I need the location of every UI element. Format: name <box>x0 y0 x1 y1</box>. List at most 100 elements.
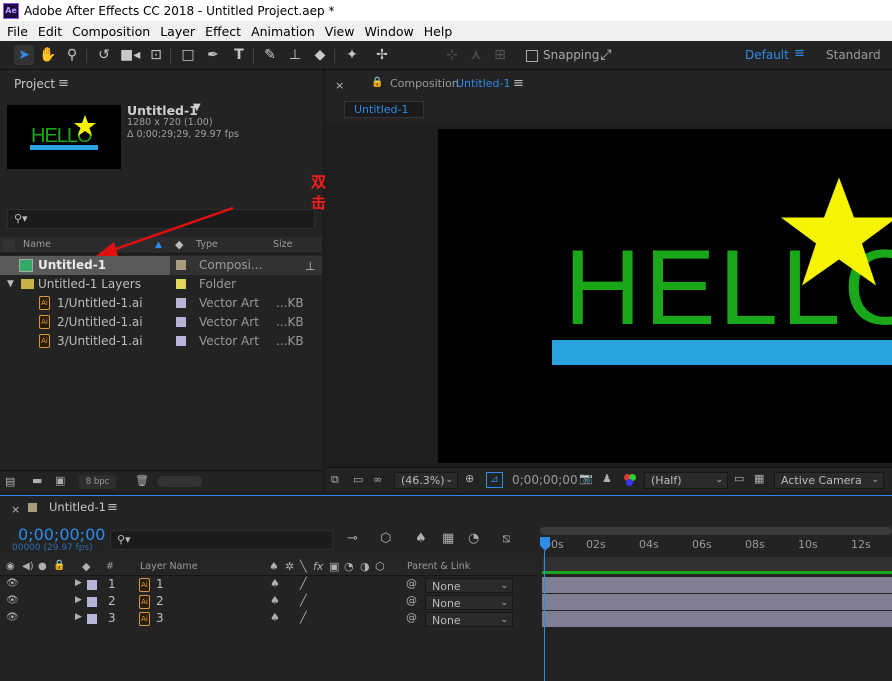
parent-pickwhip-icon[interactable]: @ <box>406 577 417 590</box>
roto-brush-tool-icon[interactable]: ✦ <box>342 45 362 65</box>
workspace-default[interactable]: Default <box>745 48 789 62</box>
eraser-tool-icon[interactable]: ◆ <box>310 45 330 65</box>
time-navigator-bar[interactable] <box>540 527 892 535</box>
hand-tool-icon[interactable]: ✋ <box>38 45 58 65</box>
project-item-ai-2[interactable]: Ai 2/Untitled-1.ai Vector Art ...KB <box>0 313 322 332</box>
motion-blur-icon[interactable]: ◔ <box>468 531 479 546</box>
draft-3d-icon[interactable]: ⬡ <box>380 531 391 546</box>
timeline-layer-row[interactable]: 👁 ▶ 2 Ai 2 ♠ ╱ @ None ⌄ <box>0 594 540 611</box>
project-item-folder[interactable]: ▼ Untitled-1 Layers Folder <box>0 275 322 294</box>
solo-icon[interactable]: ● <box>38 561 47 572</box>
resolution-dropdown[interactable]: (Half) ⌄ <box>644 472 728 489</box>
shy-layers-icon[interactable]: ♠ <box>415 531 427 546</box>
parent-pickwhip-icon[interactable]: @ <box>406 594 417 607</box>
interpret-footage-icon[interactable]: ▤ <box>5 475 15 488</box>
label-swatch[interactable] <box>176 279 186 289</box>
zoom-dropdown[interactable]: (46.3%) ⌄ <box>394 472 458 489</box>
new-composition-icon[interactable]: ▣ <box>55 474 65 487</box>
composition-panel-label[interactable]: Composition <box>390 77 459 90</box>
layer-duration-bar[interactable] <box>542 594 892 610</box>
menu-view[interactable]: View <box>320 24 360 39</box>
audio-toggle-icon[interactable]: ◀) <box>22 561 34 572</box>
pan-behind-tool-icon[interactable]: ⊡ <box>146 45 166 65</box>
quality-switch-icon[interactable]: ╱ <box>300 594 307 607</box>
label-swatch[interactable] <box>87 580 97 590</box>
composition-viewer[interactable]: HELLO <box>326 123 892 467</box>
rotation-tool-icon[interactable]: ↺ <box>94 45 114 65</box>
folder-expand-icon[interactable]: ▼ <box>7 275 14 294</box>
camera-tool-icon[interactable]: ■◂ <box>120 45 140 65</box>
vr-glasses-icon[interactable]: ∞ <box>373 473 382 486</box>
comp-info-dropdown-icon[interactable]: ▼ <box>193 102 201 113</box>
camera-view-dropdown[interactable]: Active Camera ⌄ <box>774 472 884 489</box>
workspace-standard[interactable]: Standard <box>826 48 881 62</box>
menu-composition[interactable]: Composition <box>67 24 155 39</box>
label-swatch[interactable] <box>176 260 186 270</box>
timeline-layer-row[interactable]: 👁 ▶ 3 Ai 3 ♠ ╱ @ None ⌄ <box>0 611 540 628</box>
selection-tool-icon[interactable]: ➤ <box>14 45 34 65</box>
column-name-header[interactable]: Name <box>23 239 51 250</box>
lock-icon[interactable]: 🔒 <box>371 77 383 88</box>
label-swatch[interactable] <box>176 317 186 327</box>
project-item-ai-3[interactable]: Ai 3/Untitled-1.ai Vector Art ...KB <box>0 332 322 351</box>
label-swatch[interactable] <box>87 614 97 624</box>
composition-panel-comp-name[interactable]: Untitled-1 <box>456 77 510 90</box>
visibility-eye-icon[interactable]: 👁 <box>6 578 19 589</box>
menu-layer[interactable]: Layer <box>155 24 200 39</box>
always-preview-icon[interactable]: ⧉ <box>331 473 339 487</box>
composition-canvas[interactable]: HELLO <box>438 129 892 463</box>
visibility-eye-icon[interactable]: 👁 <box>6 612 19 623</box>
label-swatch[interactable] <box>176 336 186 346</box>
layer-duration-bar[interactable] <box>542 577 892 593</box>
monitor-icon[interactable]: ▭ <box>353 473 363 486</box>
menu-animation[interactable]: Animation <box>246 24 320 39</box>
timeline-current-time[interactable]: 0;00;00;00 <box>18 525 105 544</box>
grid-guides-icon[interactable]: ⊕ <box>465 472 474 485</box>
timeline-tab-name[interactable]: Untitled-1 <box>49 500 106 514</box>
menu-effect[interactable]: Effect <box>200 24 246 39</box>
frame-blending-icon[interactable]: ▦ <box>442 531 454 546</box>
menu-window[interactable]: Window <box>359 24 418 39</box>
parent-dropdown[interactable]: None ⌄ <box>425 595 513 610</box>
graph-editor-icon[interactable]: ⧅ <box>502 531 510 546</box>
blue-bar-layer[interactable] <box>552 340 892 365</box>
timeline-search-input[interactable]: ⚲▾ <box>110 530 333 550</box>
clone-stamp-tool-icon[interactable]: ⊥ <box>285 45 305 65</box>
expand-layer-icon[interactable]: ▶ <box>75 612 82 622</box>
menu-edit[interactable]: Edit <box>33 24 67 39</box>
flowchart-icon[interactable]: ⊥ <box>305 257 315 276</box>
lock-icon[interactable]: 🔒 <box>53 560 65 571</box>
panel-menu-icon[interactable]: ≡ <box>513 76 524 91</box>
label-swatch[interactable] <box>87 597 97 607</box>
close-panel-icon[interactable]: × <box>11 503 20 516</box>
view-axis-icon[interactable]: ⊞ <box>490 45 510 65</box>
close-panel-icon[interactable]: × <box>335 79 344 92</box>
mask-visibility-icon[interactable]: ⊿ <box>486 472 503 488</box>
color-channels-icon[interactable] <box>624 474 636 486</box>
region-of-interest-icon[interactable]: ▭ <box>734 472 744 485</box>
layer-name[interactable]: 1 <box>156 577 164 591</box>
work-area-bar[interactable] <box>542 557 892 571</box>
snapshot-camera-icon[interactable]: 📷 <box>579 472 593 485</box>
menu-file[interactable]: File <box>2 24 33 39</box>
transparency-grid-icon[interactable]: ▦ <box>754 472 764 485</box>
label-tag-icon[interactable]: ◆ <box>82 560 90 573</box>
project-panel-title[interactable]: Project <box>14 77 55 91</box>
workspace-menu-icon[interactable]: ≡ <box>794 46 805 61</box>
world-axis-icon[interactable]: ⋏ <box>466 45 486 65</box>
trash-icon[interactable]: 🗑 <box>135 474 149 487</box>
viewer-timecode[interactable]: 0;00;00;00 <box>512 473 578 487</box>
puppet-pin-tool-icon[interactable]: ✢ <box>372 45 392 65</box>
snapping-checkbox[interactable] <box>526 50 538 62</box>
type-tool-icon[interactable]: T <box>229 45 249 65</box>
show-snapshot-icon[interactable]: ♟ <box>602 472 612 485</box>
panel-menu-icon[interactable]: ≡ <box>107 500 118 515</box>
panel-menu-icon[interactable]: ≡ <box>58 76 69 91</box>
expand-layer-icon[interactable]: ▶ <box>75 578 82 588</box>
quality-switch-icon[interactable]: ╱ <box>300 577 307 590</box>
shy-switch-icon[interactable]: ♠ <box>270 594 280 607</box>
column-size-header[interactable]: Size <box>273 239 293 250</box>
visibility-eye-icon[interactable]: 👁 <box>6 595 19 606</box>
layer-name[interactable]: 2 <box>156 594 164 608</box>
comp-viewer-tab[interactable]: Untitled-1 <box>344 101 424 118</box>
